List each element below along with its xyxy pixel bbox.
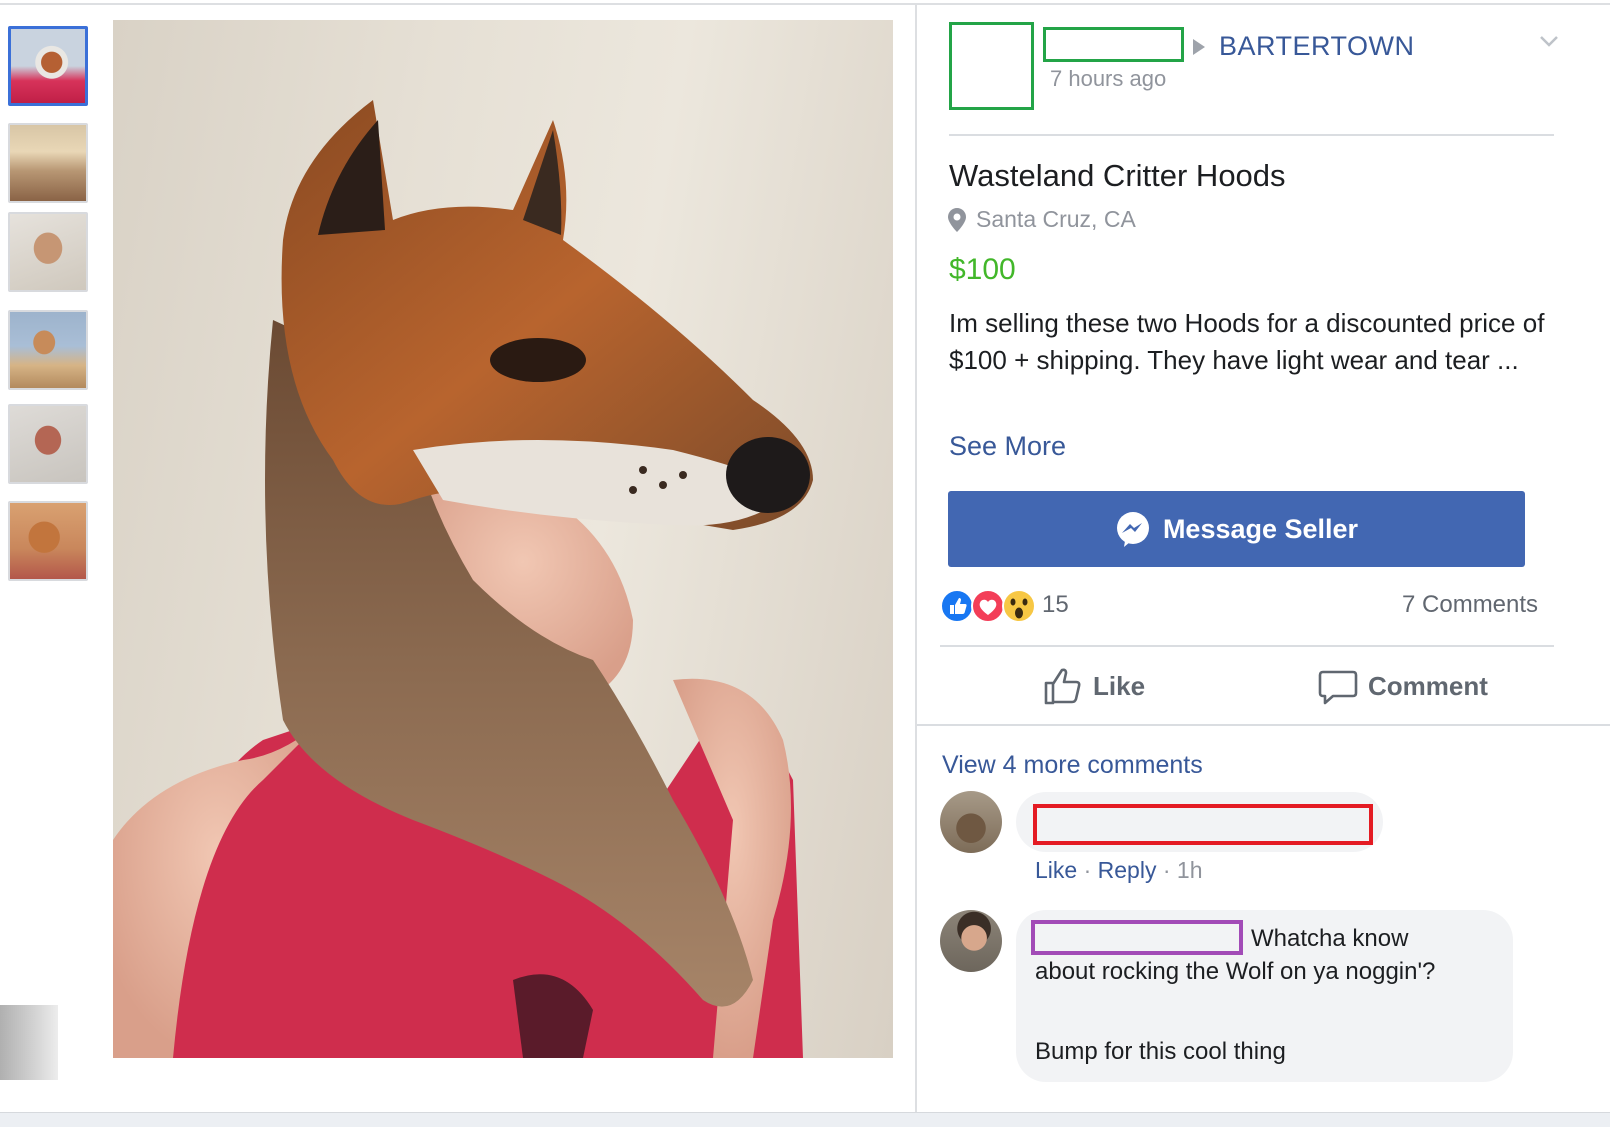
message-seller-label: Message Seller (1162, 513, 1359, 544)
caret-right-icon (1193, 39, 1205, 55)
listing-description: Im selling these two Hoods for a discoun… (949, 308, 1545, 375)
comment-button[interactable]: Comment (1318, 665, 1488, 707)
actions-divider (917, 724, 1610, 726)
love-reaction-icon (971, 589, 1005, 623)
group-link[interactable]: BARTERTOWN (1219, 31, 1415, 62)
header-divider (949, 134, 1554, 136)
bottom-scroll-area (0, 1112, 1610, 1127)
thumbnail-1[interactable] (8, 26, 88, 106)
comment-label: Comment (1368, 670, 1488, 701)
location-pin-icon (948, 208, 966, 232)
commenter-2-name-redacted[interactable] (1031, 920, 1243, 955)
panel-divider (915, 5, 917, 1112)
like-button[interactable]: Like (1043, 665, 1145, 707)
listing-price: $100 (949, 253, 1016, 286)
messenger-icon (1116, 512, 1149, 547)
thumbnail-5[interactable] (8, 404, 88, 484)
commenter-2-avatar[interactable] (940, 910, 1002, 972)
see-more-link[interactable]: See More (949, 431, 1066, 462)
seller-name-redacted[interactable] (1043, 27, 1184, 62)
wow-reaction-icon (1002, 589, 1036, 623)
thumbnail-6[interactable] (8, 501, 88, 581)
comment-reply-link[interactable]: Reply (1098, 857, 1157, 883)
comment-count[interactable]: 7 Comments (1402, 591, 1538, 619)
comment-2-followup: Bump for this cool thing (1035, 1038, 1286, 1065)
listing-title: Wasteland Critter Hoods (949, 158, 1286, 193)
reaction-count[interactable]: 15 (1042, 591, 1069, 619)
scroll-shadow (0, 1005, 58, 1080)
listing-photo[interactable] (113, 20, 893, 1058)
like-reaction-icon (940, 589, 974, 623)
comment-like-link[interactable]: Like (1035, 857, 1077, 883)
message-seller-button[interactable]: Message Seller (948, 491, 1525, 567)
comment-1-redacted (1033, 804, 1373, 845)
thumbs-up-icon (1044, 668, 1081, 705)
like-label: Like (1093, 670, 1146, 701)
reactions-divider (940, 645, 1554, 647)
thumbnail-3[interactable] (8, 212, 88, 292)
chevron-down-icon[interactable] (1538, 30, 1560, 52)
comment-time[interactable]: 1h (1177, 857, 1203, 883)
commenter-1-avatar[interactable] (940, 791, 1002, 853)
comment-2-text-rest: about rocking the Wolf on ya noggin'? (1035, 958, 1436, 985)
thumbnail-4[interactable] (8, 310, 88, 390)
comment-bubble-icon (1318, 670, 1358, 705)
post-timestamp[interactable]: 7 hours ago (1050, 66, 1166, 92)
top-border (0, 3, 1610, 5)
reaction-icons[interactable] (940, 588, 1040, 624)
comment-2-text-start: Whatcha know (1251, 925, 1409, 952)
view-more-comments-link[interactable]: View 4 more comments (942, 751, 1203, 780)
seller-avatar-redacted[interactable] (949, 22, 1034, 110)
comment-1-actions: Like · Reply · 1h (1035, 857, 1203, 883)
listing-location: Santa Cruz, CA (976, 206, 1136, 232)
thumbnail-2[interactable] (8, 123, 88, 203)
